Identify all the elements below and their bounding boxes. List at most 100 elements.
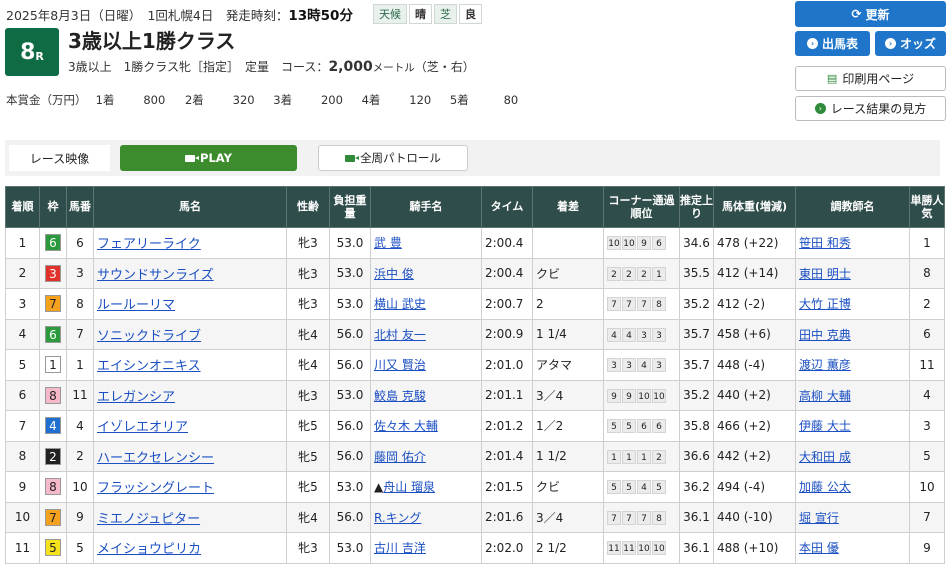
prize-amount: 80 <box>503 93 519 107</box>
entries-button[interactable]: › 出馬表 <box>795 31 870 56</box>
jockey-link[interactable]: 武 豊 <box>374 236 402 250</box>
weight-cell: 56.0 <box>329 349 371 381</box>
horse-number-cell: 5 <box>66 532 94 564</box>
weight-cell: 53.0 <box>329 227 371 259</box>
corner-position: 10 <box>652 541 666 556</box>
waku-cell: 6 <box>39 318 67 350</box>
horse-name-link[interactable]: メイショウピリカ <box>97 542 201 557</box>
popularity-cell: 8 <box>909 257 945 289</box>
sex-age-cell: 牝5 <box>286 410 330 442</box>
horse-name-link[interactable]: ソニックドライブ <box>97 329 201 344</box>
corner-position: 9 <box>622 388 636 403</box>
trainer-link[interactable]: 伊藤 大士 <box>799 419 851 433</box>
trainer-cell: 笹田 和秀 <box>795 227 910 259</box>
jockey-link[interactable]: 藤岡 佑介 <box>374 450 426 464</box>
prize-amount: 320 <box>232 93 255 107</box>
trainer-link[interactable]: 渡辺 薫彦 <box>799 358 851 372</box>
trainer-link[interactable]: 高柳 大輔 <box>799 389 851 403</box>
body-weight-cell: 440 (+2) <box>713 379 796 411</box>
update-button[interactable]: ⟳ 更新 <box>795 1 946 27</box>
popularity-cell: 5 <box>909 440 945 472</box>
horse-name-link[interactable]: フェアリーライク <box>97 237 201 252</box>
patrol-video-button[interactable]: 全周パトロール <box>318 145 468 171</box>
weight-cell: 56.0 <box>329 501 371 533</box>
corner-position: 5 <box>607 480 621 495</box>
time-cell: 2:01.1 <box>481 379 533 411</box>
corner-position: 6 <box>652 419 666 434</box>
trainer-link[interactable]: 東田 明士 <box>799 267 851 281</box>
corner-position: 10 <box>637 388 651 403</box>
body-weight-cell: 412 (+14) <box>713 257 796 289</box>
corners-cell: 5545 <box>603 471 680 503</box>
jockey-link[interactable]: 浜中 俊 <box>374 267 414 281</box>
horse-name-link[interactable]: ハーエクセレンシー <box>97 451 214 466</box>
last3f-cell: 36.6 <box>679 440 714 472</box>
play-button[interactable]: PLAY <box>120 145 297 171</box>
horse-name-cell: サウンドサンライズ <box>93 257 287 289</box>
conditions-text: 3歳以上 1勝クラス牝［指定］ 定量 コース： <box>68 60 329 74</box>
trainer-link[interactable]: 堀 宣行 <box>799 511 839 525</box>
race-results-table: 着順 枠 馬番 馬名 性齢 負担重量 騎手名 タイム 着差 コーナー通過順位 推… <box>5 186 945 564</box>
jockey-link[interactable]: 鮫島 克駿 <box>374 389 426 403</box>
trainer-link[interactable]: 田中 克典 <box>799 328 851 342</box>
table-row: 8 2 2 ハーエクセレンシー 牝5 56.0 藤岡 佑介 2:01.4 1 1/2 1 1 1 2 36… <box>5 440 945 472</box>
table-row: 7 4 4 イゾレエオリア 牝5 56.0 佐々木 大輔 2:01.2 1／2 5 5 6 6 35.8 4… <box>5 410 945 442</box>
jockey-link[interactable]: 佐々木 大輔 <box>374 419 438 433</box>
trainer-link[interactable]: 笹田 和秀 <box>799 236 851 250</box>
print-page-button[interactable]: ▤ 印刷用ページ <box>795 66 946 91</box>
trainer-link[interactable]: 加藤 公太 <box>799 480 851 494</box>
horse-name-link[interactable]: フラッシングレート <box>97 481 214 496</box>
prize-place: 1着 <box>95 93 115 107</box>
sex-age-cell: 牝3 <box>286 227 330 259</box>
jockey-link[interactable]: 舟山 瑠泉 <box>383 480 435 494</box>
table-row: 10 7 9 ミエノジュピター 牝4 56.0 R.キング 2:01.6 3／4 7 7 7 8 36.1… <box>5 501 945 533</box>
body-weight-cell: 494 (-4) <box>713 471 796 503</box>
waku-cell: 8 <box>39 471 67 503</box>
jockey-link[interactable]: R.キング <box>374 511 421 525</box>
trainer-link[interactable]: 大竹 正博 <box>799 297 851 311</box>
trainer-link[interactable]: 大和田 成 <box>799 450 851 464</box>
corner-position: 3 <box>607 358 621 373</box>
start-time: 13時50分 <box>288 8 353 24</box>
horse-name-link[interactable]: イゾレエオリア <box>97 420 188 435</box>
horse-name-cell: メイショウピリカ <box>93 532 287 564</box>
printer-icon: ▤ <box>826 72 838 85</box>
horse-name-link[interactable]: サウンドサンライズ <box>97 268 214 283</box>
jockey-link[interactable]: 川又 賢治 <box>374 358 426 372</box>
jockey-link[interactable]: 古川 吉洋 <box>374 541 426 555</box>
corner-position: 1 <box>637 449 651 464</box>
time-cell: 2:00.4 <box>481 227 533 259</box>
popularity-cell: 4 <box>909 379 945 411</box>
corner-position: 3 <box>622 358 636 373</box>
waku-badge: 4 <box>45 417 61 435</box>
horse-number-cell: 2 <box>66 440 94 472</box>
waku-cell: 7 <box>39 288 67 320</box>
corner-position: 1 <box>607 449 621 464</box>
prize-label: 本賞金（万円） <box>6 93 87 107</box>
margin-cell: クビ <box>532 471 604 503</box>
results-guide-button[interactable]: › レース結果の見方 <box>795 96 946 121</box>
corner-position: 5 <box>607 419 621 434</box>
horse-number-cell: 3 <box>66 257 94 289</box>
odds-button[interactable]: › オッズ <box>875 31 946 56</box>
last3f-cell: 35.5 <box>679 257 714 289</box>
trainer-link[interactable]: 本田 優 <box>799 541 839 555</box>
odds-label: オッズ <box>899 37 936 51</box>
jockey-link[interactable]: 北村 友一 <box>374 328 426 342</box>
horse-name-link[interactable]: エレガンシア <box>97 390 175 405</box>
corner-position: 2 <box>637 266 651 281</box>
margin-cell: アタマ <box>532 349 604 381</box>
margin-cell <box>532 227 604 259</box>
corner-position: 11 <box>607 541 621 556</box>
jockey-link[interactable]: 横山 武史 <box>374 297 426 311</box>
horse-name-link[interactable]: ミエノジュピター <box>97 512 200 527</box>
trainer-cell: 加藤 公太 <box>795 471 910 503</box>
header-rank: 着順 <box>5 186 40 228</box>
horse-name-link[interactable]: エイシンオニキス <box>97 359 201 374</box>
corners-cell: 7778 <box>603 288 680 320</box>
horse-number-cell: 10 <box>66 471 94 503</box>
body-weight-cell: 440 (-10) <box>713 501 796 533</box>
body-weight-cell: 478 (+22) <box>713 227 796 259</box>
horse-name-link[interactable]: ルールーリマ <box>97 298 175 313</box>
body-weight-cell: 412 (-2) <box>713 288 796 320</box>
